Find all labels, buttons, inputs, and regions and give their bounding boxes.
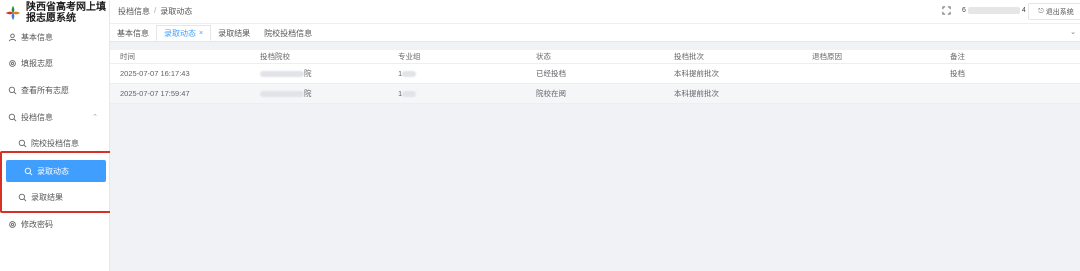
cell-batch: 本科提前批次 bbox=[674, 89, 719, 98]
user-id-prefix: 6 bbox=[962, 7, 966, 14]
column-header-note: 备注 bbox=[950, 52, 965, 61]
sidebar-item-label: 基本信息 bbox=[21, 32, 53, 42]
sidebar-item-label: 录取动态 bbox=[37, 166, 69, 176]
logout-button[interactable]: ⎋ 退出系统 bbox=[1028, 3, 1080, 20]
fullscreen-icon[interactable] bbox=[942, 6, 952, 16]
column-header-school: 投档院校 bbox=[260, 52, 290, 61]
breadcrumb-separator: / bbox=[154, 6, 157, 15]
masked-text bbox=[402, 90, 417, 97]
sidebar-item-label: 查看所有志愿 bbox=[21, 85, 69, 95]
sidebar-item-label: 投档信息 bbox=[21, 112, 53, 122]
tab-label: 基本信息 bbox=[117, 28, 149, 38]
cell-time: 2025-07-07 16:17:43 bbox=[120, 69, 190, 78]
tab-label: 院校投档信息 bbox=[264, 28, 313, 38]
sidebar: 陕西省高考网上填 报志愿系统 基本信息 填报志愿 查看所有志愿 投档信息 ⌃ 院… bbox=[0, 0, 110, 271]
search-icon bbox=[24, 167, 33, 176]
tab-basic-info[interactable]: 基本信息 bbox=[110, 25, 156, 41]
cell-school-suffix: 院 bbox=[304, 69, 312, 78]
sidebar-subitem-college-filing[interactable]: 院校投档信息 bbox=[0, 134, 110, 152]
cell-status: 已经投档 bbox=[536, 69, 566, 78]
cell-major-group: 1 bbox=[398, 64, 417, 83]
cell-major-group: 1 bbox=[398, 84, 417, 103]
sidebar-item-view-all[interactable]: 查看所有志愿 bbox=[0, 81, 110, 99]
table-row: 2025-07-07 16:17:43 院 1 已经投档 本科提前批次 投档 bbox=[110, 64, 1080, 84]
cell-school: 院 bbox=[260, 64, 312, 83]
cell-time: 2025-07-07 17:59:47 bbox=[120, 89, 190, 98]
admission-table: 时间 投档院校 专业组 状态 投档批次 退档原因 备注 2025-07-07 1… bbox=[110, 50, 1080, 104]
sidebar-subitem-admission-status[interactable]: 录取动态 bbox=[6, 160, 106, 182]
table-header-row: 时间 投档院校 专业组 状态 投档批次 退档原因 备注 bbox=[110, 50, 1080, 64]
chevron-down-icon[interactable]: ⌄ bbox=[1070, 28, 1076, 36]
tab-label: 录取结果 bbox=[218, 28, 251, 38]
app-title-line1: 陕西省高考网上填 bbox=[26, 2, 106, 13]
tab-label: 录取动态 bbox=[164, 28, 196, 38]
sidebar-item-label: 修改密码 bbox=[21, 219, 53, 229]
tab-admission-result[interactable]: 录取结果 bbox=[211, 25, 257, 41]
app-title-line2: 报志愿系统 bbox=[26, 13, 76, 24]
column-header-reason: 退档原因 bbox=[812, 52, 842, 61]
breadcrumb-item[interactable]: 投档信息 bbox=[118, 6, 150, 17]
column-header-batch: 投档批次 bbox=[674, 52, 704, 61]
sidebar-item-label: 填报志愿 bbox=[21, 58, 53, 68]
sidebar-item-label: 录取结果 bbox=[31, 192, 63, 202]
cell-batch: 本科提前批次 bbox=[674, 69, 719, 78]
breadcrumb: 投档信息 / 录取动态 bbox=[118, 6, 192, 17]
cell-school: 院 bbox=[260, 84, 312, 103]
app-title: 陕西省高考网上填 报志愿系统 bbox=[26, 2, 106, 24]
logo-icon bbox=[5, 5, 21, 21]
table-row: 2025-07-07 17:59:47 院 1 院校在阅 本科提前批次 bbox=[110, 84, 1080, 104]
main-content: 时间 投档院校 专业组 状态 投档批次 退档原因 备注 2025-07-07 1… bbox=[110, 42, 1080, 271]
user-icon bbox=[8, 33, 17, 42]
masked-text bbox=[402, 70, 417, 77]
close-icon[interactable]: × bbox=[199, 30, 203, 37]
cell-school-suffix: 院 bbox=[304, 89, 312, 98]
column-header-time: 时间 bbox=[120, 52, 135, 61]
search-icon bbox=[8, 113, 17, 122]
logout-icon: ⎋ bbox=[1038, 7, 1044, 15]
logout-label: 退出系统 bbox=[1045, 8, 1074, 16]
sidebar-subitem-admission-result[interactable]: 录取结果 bbox=[0, 188, 110, 206]
search-icon bbox=[18, 193, 27, 202]
search-icon bbox=[18, 139, 27, 148]
gear-icon bbox=[8, 220, 17, 229]
masked-text bbox=[260, 70, 304, 77]
chevron-up-icon: ⌃ bbox=[92, 114, 98, 121]
app-logo: 陕西省高考网上填 报志愿系统 bbox=[0, 0, 109, 26]
sidebar-item-basic-info[interactable]: 基本信息 bbox=[0, 28, 110, 46]
user-account: 6 4 bbox=[962, 7, 1026, 14]
column-header-major-group: 专业组 bbox=[398, 52, 421, 61]
tab-admission-status[interactable]: 录取动态 × bbox=[156, 25, 212, 41]
cell-note: 投档 bbox=[950, 69, 965, 78]
tab-college-filing[interactable]: 院校投档信息 bbox=[257, 25, 319, 41]
breadcrumb-item-current: 录取动态 bbox=[160, 7, 193, 16]
cell-status: 院校在阅 bbox=[536, 89, 566, 98]
user-id-suffix: 4 bbox=[1021, 7, 1026, 14]
sidebar-item-filing-info[interactable]: 投档信息 ⌃ bbox=[0, 108, 110, 126]
masked-text bbox=[260, 90, 304, 97]
sidebar-item-change-password[interactable]: 修改密码 bbox=[0, 215, 110, 233]
gear-icon bbox=[8, 59, 17, 68]
user-id-masked bbox=[967, 7, 1020, 14]
column-header-status: 状态 bbox=[536, 52, 551, 61]
sidebar-item-fill-volunteer[interactable]: 填报志愿 bbox=[0, 54, 110, 72]
tab-bar: 基本信息 录取动态 × 录取结果 院校投档信息 ⌄ bbox=[110, 24, 1080, 42]
top-header: 投档信息 / 录取动态 6 4 ⎋ 退出系统 bbox=[110, 0, 1080, 24]
search-icon bbox=[8, 86, 17, 95]
sidebar-item-label: 院校投档信息 bbox=[31, 138, 79, 148]
app-root: 陕西省高考网上填 报志愿系统 基本信息 填报志愿 查看所有志愿 投档信息 ⌃ 院… bbox=[0, 0, 1080, 271]
